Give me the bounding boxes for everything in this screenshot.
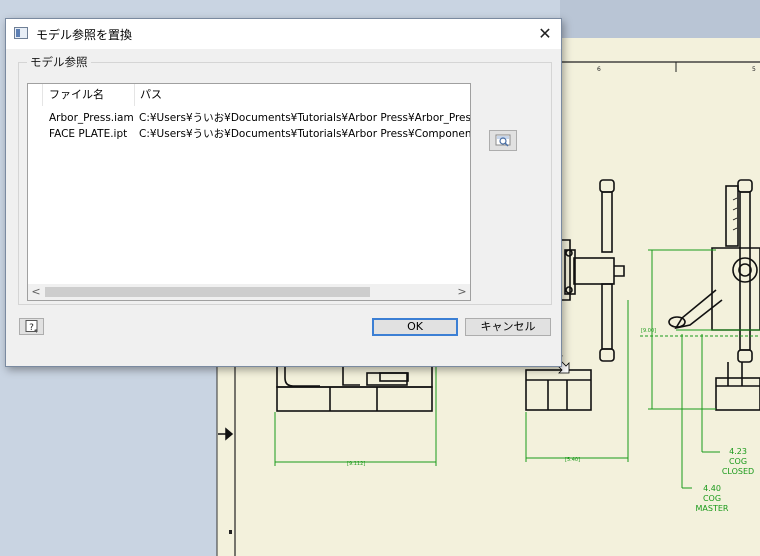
cog-closed-sub: CLOSED bbox=[722, 467, 754, 476]
cog-master-value: 4.40 bbox=[703, 484, 721, 493]
ok-button[interactable]: OK bbox=[372, 318, 458, 336]
dialog-titlebar[interactable]: モデル参照を置換 ✕ bbox=[6, 19, 561, 49]
cog-closed-value: 4.23 bbox=[729, 447, 747, 456]
svg-text:?: ? bbox=[29, 323, 34, 333]
scroll-left-arrow-icon[interactable]: < bbox=[28, 284, 44, 300]
window-icon bbox=[14, 27, 28, 39]
horizontal-scrollbar[interactable]: < > bbox=[28, 284, 470, 300]
ruler-label-6: 6 bbox=[597, 66, 601, 73]
ruler-label-5: 5 bbox=[752, 66, 756, 73]
list-item[interactable]: FACE PLATE.ipt C:¥Users¥ういお¥Documents¥Tu… bbox=[28, 126, 470, 142]
scroll-right-arrow-icon[interactable]: > bbox=[454, 284, 470, 300]
dimension-label-2: [9.112] bbox=[347, 461, 365, 467]
list-header: ファイル名 パス bbox=[28, 84, 470, 106]
help-icon: ? bbox=[25, 320, 38, 333]
path-cell: C:¥Users¥ういお¥Documents¥Tutorials¥Arbor P… bbox=[139, 112, 471, 124]
column-header-blank bbox=[28, 84, 42, 106]
path-cell: C:¥Users¥ういお¥Documents¥Tutorials¥Arbor P… bbox=[139, 128, 471, 140]
close-button[interactable]: ✕ bbox=[529, 19, 561, 49]
help-button[interactable]: ? bbox=[19, 318, 44, 335]
column-header-filename[interactable]: ファイル名 bbox=[42, 84, 141, 106]
dialog-title: モデル参照を置換 bbox=[36, 28, 133, 42]
reference-list[interactable]: ファイル名 パス Arbor_Press.iam C:¥Users¥ういお¥Do… bbox=[27, 83, 471, 301]
replace-model-reference-dialog: モデル参照を置換 ✕ モデル参照 ファイル名 パス Arbor_Press.ia… bbox=[5, 18, 562, 367]
dimension-label-3: [5.40] bbox=[565, 457, 580, 463]
scroll-thumb[interactable] bbox=[45, 287, 370, 297]
list-item[interactable]: Arbor_Press.iam C:¥Users¥ういお¥Documents¥T… bbox=[28, 110, 470, 126]
column-header-path[interactable]: パス bbox=[134, 84, 470, 106]
browse-button[interactable] bbox=[489, 130, 517, 151]
browse-folder-icon bbox=[495, 134, 511, 147]
dimension-label-1: [9.00] bbox=[641, 328, 656, 334]
cog-master-label: COG bbox=[703, 494, 721, 503]
group-label: モデル参照 bbox=[27, 54, 91, 70]
model-reference-group: モデル参照 ファイル名 パス Arbor_Press.iam C:¥Users¥… bbox=[18, 54, 552, 305]
close-icon: ✕ bbox=[538, 24, 552, 43]
file-name-cell: Arbor_Press.iam bbox=[49, 112, 134, 124]
cog-master-sub: MASTER bbox=[696, 504, 729, 513]
file-name-cell: FACE PLATE.ipt bbox=[49, 128, 128, 140]
cancel-button[interactable]: キャンセル bbox=[465, 318, 551, 336]
cog-closed-label: COG bbox=[729, 457, 747, 466]
